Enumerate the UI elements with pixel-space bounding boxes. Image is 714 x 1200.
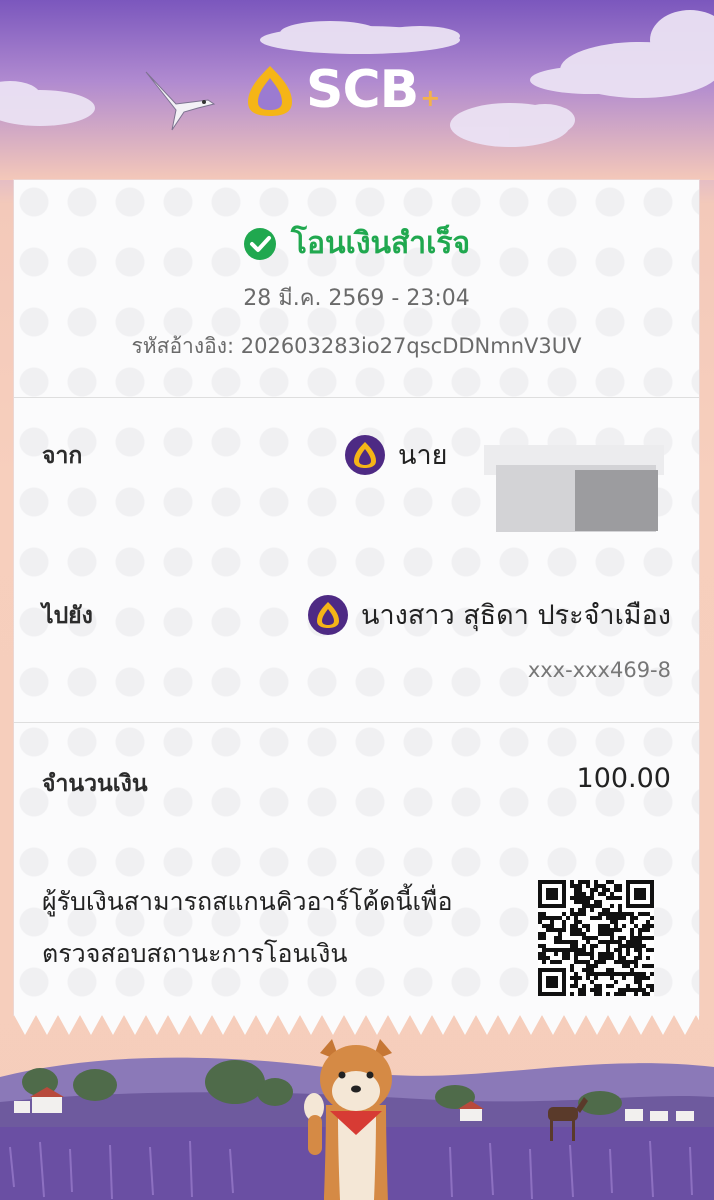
transaction-datetime: 28 มี.ค. 2569 - 23:04: [243, 286, 470, 311]
to-label: ไปยัง: [42, 603, 93, 629]
receipt-torn-edge: [14, 1015, 699, 1035]
qr-instruction: ผู้รับเงินสามารถสแกนคิวอาร์โค้ดนี้เพื่อ …: [42, 876, 512, 980]
redaction-block: [575, 470, 658, 531]
brand-name: SCB: [306, 60, 419, 120]
qr-instruction-line2: ตรวจสอบสถานะการโอนเงิน: [42, 939, 348, 968]
scb-logo-icon: [248, 66, 292, 116]
status-row: โอนเงินสำเร็จ: [14, 220, 699, 267]
check-circle-icon: [243, 227, 276, 260]
divider: [14, 722, 699, 723]
brand-plus: +: [420, 84, 441, 112]
reference-label: รหัสอ้างอิง:: [131, 334, 235, 358]
qr-code-icon[interactable]: [538, 880, 654, 996]
qr-instruction-line1: ผู้รับเงินสามารถสแกนคิวอาร์โค้ดนี้เพื่อ: [42, 887, 453, 916]
from-name: นาย: [398, 440, 448, 471]
scb-bank-icon: [308, 594, 349, 635]
scb-bank-icon: [345, 434, 385, 475]
shiba-dog-illustration: [304, 1039, 392, 1200]
to-name: นางสาว สุธิดา ประจำเมือง: [361, 600, 671, 631]
scb-logo: SCB +: [242, 60, 440, 120]
amount-label: จำนวนเงิน: [42, 771, 148, 797]
transfer-slip: โอนเงินสำเร็จ 28 มี.ค. 2569 - 23:04 รหัส…: [14, 180, 699, 1015]
divider: [14, 397, 699, 398]
amount-value: 100.00: [576, 763, 671, 794]
status-text: โอนเงินสำเร็จ: [290, 226, 471, 261]
reference-value: 202603283io27qscDDNmnV3UV: [240, 334, 582, 358]
reference-line: รหัสอ้างอิง: 202603283io27qscDDNmnV3UV: [14, 330, 699, 363]
to-account-number: xxx-xxx469-8: [527, 658, 671, 682]
bird-icon: [145, 71, 216, 131]
from-label: จาก: [42, 443, 83, 469]
from-party: นาย: [344, 433, 447, 476]
to-party: นางสาว สุธิดา ประจำเมือง: [307, 593, 671, 636]
